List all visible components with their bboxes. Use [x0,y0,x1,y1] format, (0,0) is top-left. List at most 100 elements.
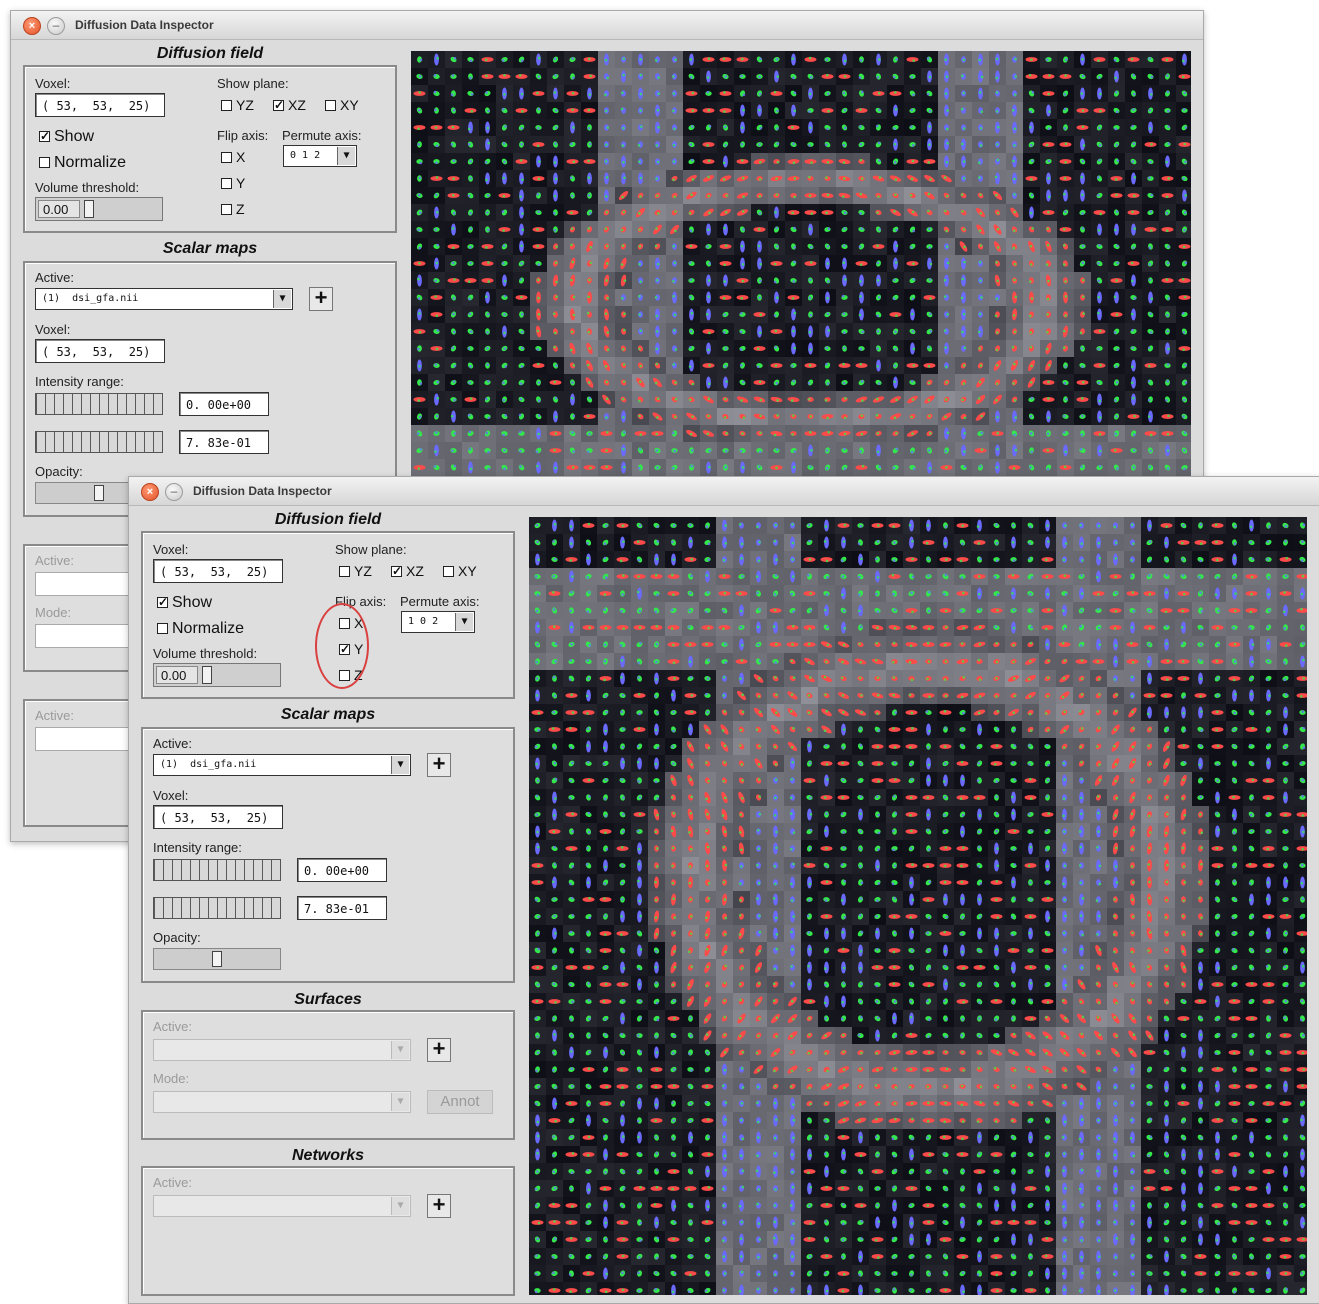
opacity-slider[interactable] [153,948,281,970]
odf-glyph-highlight [911,451,914,454]
odf-glyph-highlight [675,348,678,351]
voxel-field[interactable]: ( 53, 53, 25) [153,559,283,583]
checkbox-box[interactable] [221,204,232,215]
intensity-min-slider[interactable] [35,393,163,415]
minimize-icon[interactable]: – [47,17,65,35]
plane-yz-checkbox[interactable]: YZ [221,97,254,113]
chevron-down-icon[interactable]: ▼ [337,147,355,165]
odf-glyph-highlight [893,467,896,470]
odf-glyph [482,244,494,249]
flip-z-checkbox[interactable]: Z [221,201,245,217]
checkbox-box[interactable] [157,623,168,634]
odf-glyph-highlight [706,245,709,248]
odf-glyph-highlight [1183,468,1186,471]
plane-xz-checkbox[interactable]: XZ [391,563,424,579]
normalize-checkbox[interactable]: Normalize [157,621,244,637]
minimize-icon[interactable]: – [165,483,183,501]
odf-glyph-highlight [775,177,778,180]
flip-x-checkbox[interactable]: X [221,149,245,165]
checkbox-box[interactable] [221,178,232,189]
diffusion-field-viewport[interactable] [529,517,1307,1295]
chevron-down-icon[interactable]: ▼ [391,756,409,774]
slider-handle[interactable] [84,200,94,218]
odf-glyph-highlight [639,109,642,112]
checkbox-box[interactable] [391,566,402,577]
odf-glyph-highlight [519,450,522,453]
plane-xy-checkbox[interactable]: XY [325,97,359,113]
checkbox-box[interactable] [39,131,50,142]
odf-glyph-highlight [589,262,592,265]
add-icon[interactable]: + [427,753,451,777]
checkbox-box[interactable] [339,566,350,577]
add-icon[interactable]: + [427,1038,451,1062]
plane-yz-checkbox[interactable]: YZ [339,563,372,579]
surface-select[interactable]: ▼ [153,1039,411,1061]
checkbox-box[interactable] [443,566,454,577]
voxel-field[interactable]: ( 53, 53, 25) [35,93,165,117]
odf-glyph-highlight [758,465,761,468]
chevron-down-icon[interactable]: ▼ [391,1093,409,1111]
odf-glyph-highlight [791,399,794,402]
odf-glyph-highlight [909,524,912,527]
add-icon[interactable]: + [427,1194,451,1218]
odf-glyph-highlight [587,610,590,613]
odf-glyph-highlight [689,212,692,215]
checkbox-box[interactable] [157,597,168,608]
odf-glyph-highlight [943,593,946,596]
permute-axis-select[interactable]: 0 1 2▼ [283,145,357,167]
intensity-max-field[interactable]: 7. 83e-01 [297,896,387,920]
intensity-min-slider[interactable] [153,859,281,881]
chevron-down-icon[interactable]: ▼ [455,613,473,631]
odf-glyph-highlight [485,75,488,78]
plane-xy-checkbox[interactable]: XY [443,563,477,579]
odf-glyph-highlight [776,296,779,299]
volume-threshold-slider[interactable]: 0.00 [153,663,281,687]
intensity-min-field[interactable]: 0. 00e+00 [297,858,387,882]
checkbox-box[interactable] [273,100,284,111]
odf-glyph-highlight [674,416,677,419]
show-checkbox[interactable]: Show [157,595,212,611]
slider-handle[interactable] [212,951,222,967]
chevron-down-icon[interactable]: ▼ [391,1041,409,1059]
odf-glyph-highlight [911,432,914,435]
close-icon[interactable]: × [141,483,159,501]
chevron-down-icon[interactable]: ▼ [391,1197,409,1215]
odf-glyph-highlight [1167,414,1170,417]
add-icon[interactable]: + [309,287,333,311]
close-icon[interactable]: × [23,17,41,35]
odf-glyph-highlight [418,365,421,368]
odf-glyph-highlight [553,575,556,578]
intensity-max-slider[interactable] [35,431,163,453]
annot-button[interactable]: Annot [427,1090,493,1114]
slider-handle[interactable] [94,485,104,501]
plane-xz-checkbox[interactable]: XZ [273,97,306,113]
checkbox-box[interactable] [221,100,232,111]
show-checkbox[interactable]: Show [39,129,94,145]
slider-handle[interactable] [202,666,212,684]
intensity-max-slider[interactable] [153,897,281,919]
odf-glyph-highlight [893,76,896,79]
scalar-map-select[interactable]: (1) dsi_gfa.nii▼ [153,754,411,776]
intensity-max-field[interactable]: 7. 83e-01 [179,430,269,454]
volume-threshold-slider[interactable]: 0.00 [35,197,163,221]
scalar-map-select[interactable]: (1) dsi_gfa.nii▼ [35,288,293,310]
flip-y-checkbox[interactable]: Y [221,175,245,191]
odf-glyph-highlight [961,399,964,402]
odf-glyph-highlight [708,398,711,401]
checkbox-box[interactable] [39,157,50,168]
normalize-checkbox[interactable]: Normalize [39,155,126,171]
checkbox-box[interactable] [325,100,336,111]
network-select[interactable]: ▼ [153,1195,411,1217]
diffusion-field-viewport[interactable] [411,51,1191,477]
odf-glyph-highlight [454,57,457,60]
odf-glyph-highlight [1166,278,1169,281]
permute-axis-select[interactable]: 1 0 2▼ [401,611,475,633]
mode-select[interactable]: ▼ [153,1091,411,1113]
odf-glyph [1063,190,1068,202]
intensity-min-field[interactable]: 0. 00e+00 [179,392,269,416]
checkbox-box[interactable] [221,152,232,163]
chevron-down-icon[interactable]: ▼ [273,290,291,308]
normalize-label: Normalize [172,620,244,637]
voxel-field[interactable]: ( 53, 53, 25) [153,805,283,829]
voxel-field[interactable]: ( 53, 53, 25) [35,339,165,363]
